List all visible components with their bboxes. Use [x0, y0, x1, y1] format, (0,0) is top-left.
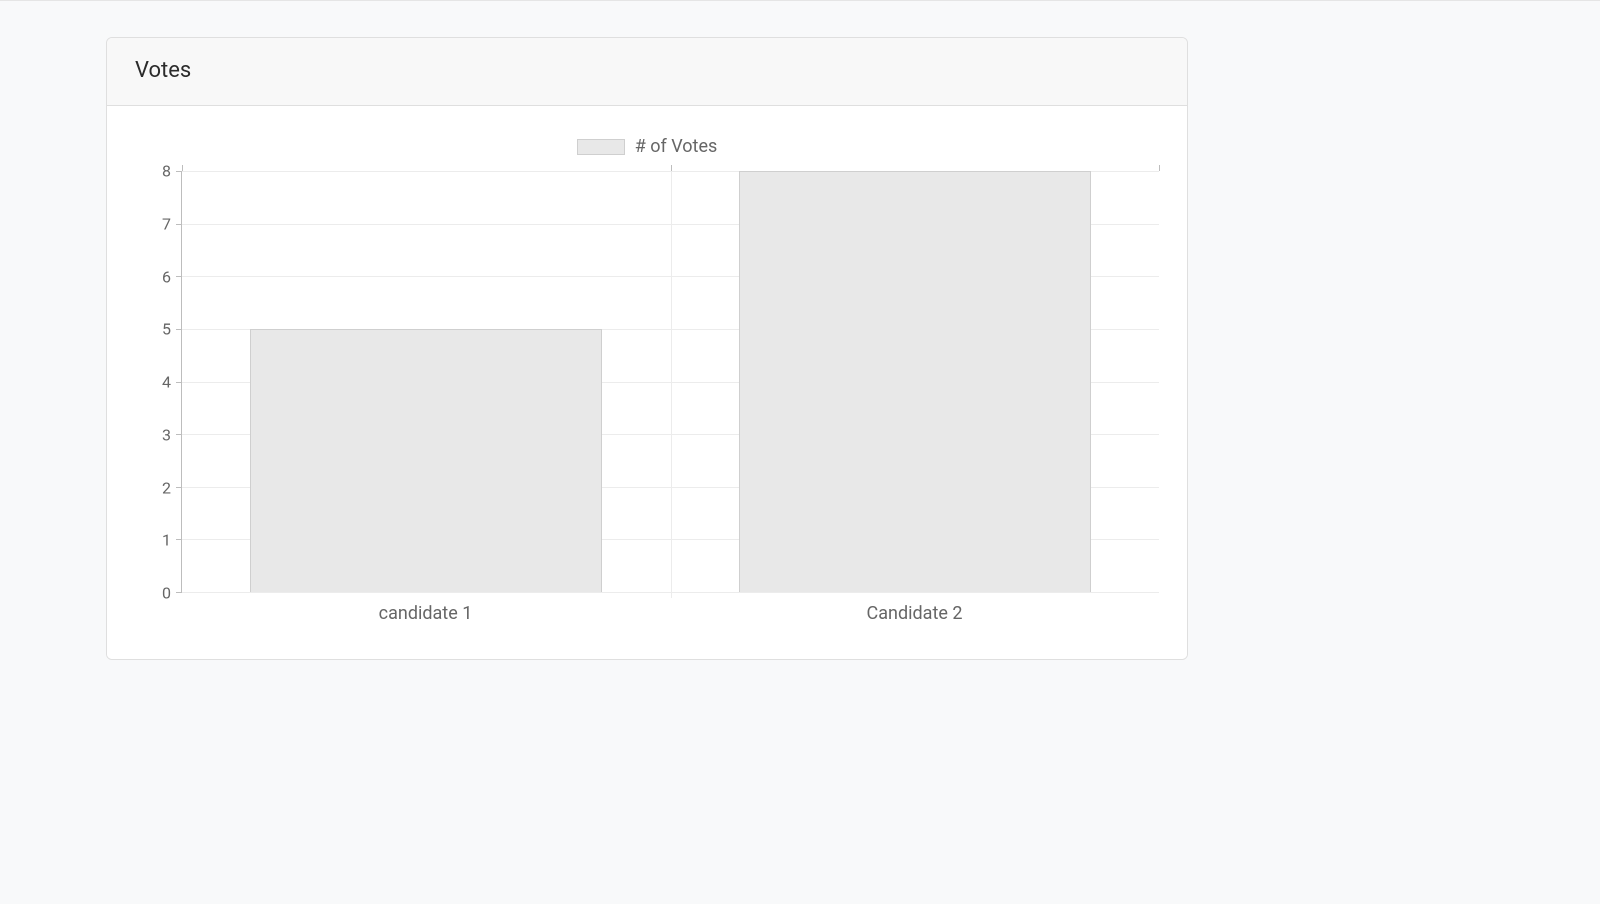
y-tick-label: 7 [131, 214, 171, 233]
y-tick-label: 2 [131, 478, 171, 497]
y-tick-label: 6 [131, 267, 171, 286]
y-axis: 012345678 [131, 171, 181, 593]
y-tick-label: 4 [131, 373, 171, 392]
y-tick-mark [176, 434, 182, 435]
page-container: Votes # of Votes 0 1 2 3 4 5 6 7 8 candidate 1 Ca… [0, 0, 1600, 660]
x-tick-label: Candidate 2 [867, 603, 963, 624]
y-tick-label: 8 [131, 162, 171, 181]
chart-area: 012345678 candidate 1Candidate 2 [131, 171, 1163, 631]
bar [739, 171, 1091, 592]
y-tick-label: 0 [131, 584, 171, 603]
y-tick-mark [176, 276, 182, 277]
chart-legend: # of Votes [131, 136, 1163, 157]
gridline-v [671, 171, 672, 598]
x-tick-mark [671, 165, 672, 171]
y-tick-label: 3 [131, 425, 171, 444]
y-tick-mark [176, 171, 182, 172]
y-tick-mark [176, 487, 182, 488]
y-tick-label: 5 [131, 320, 171, 339]
legend-label: # of Votes [635, 136, 718, 157]
chart-plot [181, 171, 1159, 593]
bar [250, 329, 602, 592]
card-header: Votes [107, 38, 1187, 106]
x-tick-label: candidate 1 [379, 603, 473, 624]
card-title: Votes [135, 58, 1159, 83]
legend-swatch [577, 139, 625, 155]
votes-card: Votes # of Votes 0 1 2 3 4 5 6 7 8 candidate 1 Ca… [106, 37, 1188, 660]
x-tick-mark [1159, 165, 1160, 171]
card-body: # of Votes 0 1 2 3 4 5 6 7 8 candidate 1 Candidat… [107, 106, 1187, 659]
y-tick-mark [176, 539, 182, 540]
x-tick-mark [182, 165, 183, 171]
y-tick-mark [176, 329, 182, 330]
y-tick-label: 1 [131, 531, 171, 550]
x-axis: candidate 1 Candidate 2 [181, 593, 1159, 631]
y-tick-mark [176, 224, 182, 225]
y-tick-mark [176, 382, 182, 383]
